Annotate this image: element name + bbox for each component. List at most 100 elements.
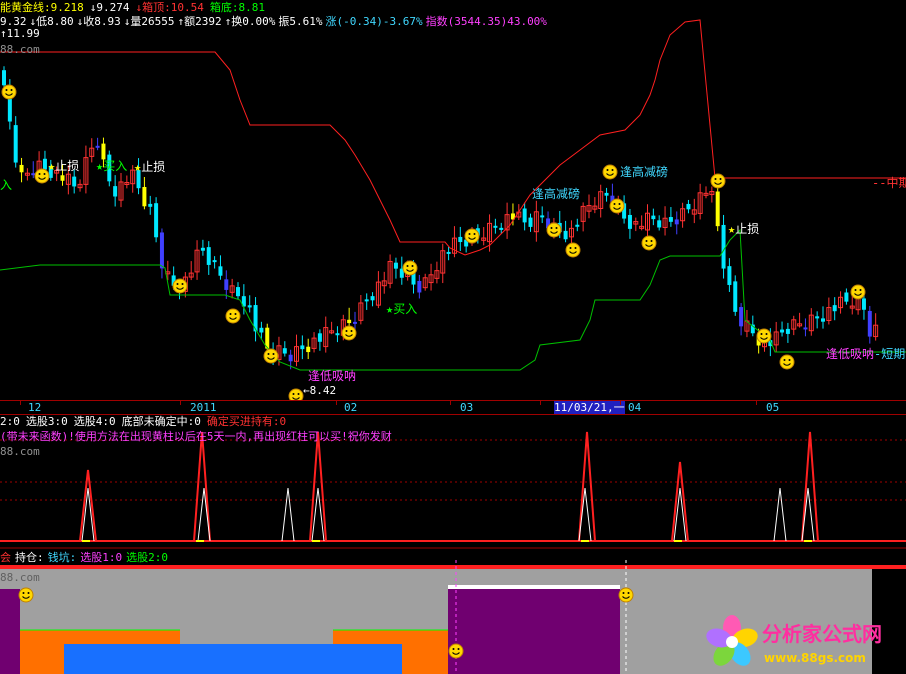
red-signal-spike (671, 461, 689, 542)
smiley-eye (10, 89, 13, 91)
price-info-6: 振5.61% (278, 15, 323, 28)
smiley-mouth (622, 596, 630, 599)
indicator-value-1: ↓9.274 (89, 1, 130, 14)
red-signal-spike (193, 431, 211, 542)
price-info-5: ↑换0.00% (224, 15, 276, 28)
position-watermark: 88.com (0, 571, 40, 584)
smiley-face (263, 348, 279, 364)
smiley-face (710, 173, 726, 189)
white-signal-spike (281, 487, 295, 542)
smiley-signal-icon (1, 84, 17, 100)
smiley-signal-icon (850, 284, 866, 300)
candle-body-down (657, 220, 662, 228)
high-price-label: ↑11.99 (0, 27, 40, 40)
candle-body-down (739, 307, 744, 327)
smiley-face (756, 328, 772, 344)
candle-body-down (721, 224, 726, 269)
candle-body-down (668, 217, 673, 222)
smiley-eye (650, 240, 653, 242)
indicator-status-2: 选股4:0 (73, 415, 116, 428)
smiley-face (288, 388, 304, 400)
smiley-eye (627, 592, 630, 594)
smiley-signal-icon (618, 587, 634, 603)
position-status-row: 会持仓: 钱坑: 选股1:0 选股2:0 (0, 551, 172, 564)
yellow-base-mark (82, 540, 90, 542)
smiley-signal-icon (641, 235, 657, 251)
smiley-face (34, 168, 50, 184)
smiley-signal-icon (565, 242, 581, 258)
smiley-mouth (452, 652, 460, 655)
candlesticks (2, 66, 879, 370)
annotation-label-8: 逢低吸呐 (308, 370, 356, 383)
date-tick (620, 400, 621, 405)
smiley-eye (411, 265, 414, 267)
smiley-face (448, 643, 464, 659)
smiley-eye (457, 648, 460, 650)
candle-body-down (60, 175, 65, 181)
yellow-base-mark (196, 540, 204, 542)
candle-body-down (844, 292, 849, 302)
candle-body-down (101, 143, 106, 160)
smiley-face (641, 235, 657, 251)
smiley-eye (783, 359, 786, 361)
indicator-value-2: ↓箱顶:10.54 (135, 1, 204, 14)
annotation-text: 逢高减磅 (620, 165, 669, 179)
candle-body-down (815, 316, 820, 319)
annotation-text: 止损 (141, 160, 166, 174)
price-info-7: 涨(-0.34)-3.67% (325, 15, 423, 28)
smiley-signal-icon (609, 198, 625, 214)
white-signal-spike (773, 487, 787, 542)
candle-body-down (393, 262, 398, 269)
smiley-face (172, 278, 188, 294)
candle-body-down (113, 186, 118, 197)
candle-body-down (727, 266, 732, 285)
position-status-3: 选股1:0 (80, 551, 123, 564)
candle-body-down (95, 145, 100, 148)
annotation-label-3: 入 (0, 179, 12, 192)
smiley-eye (234, 313, 237, 315)
candle-body-down (370, 296, 375, 301)
candle-body-down (458, 236, 463, 243)
smiley-eye (5, 89, 8, 91)
position-status-1: 持仓: (15, 551, 44, 564)
smiley-signal-icon (546, 222, 562, 238)
logo-url[interactable]: www.88gs.com (764, 652, 866, 665)
smiley-eye (611, 169, 614, 171)
smiley-signal-icon (710, 173, 726, 189)
candle-body-down (218, 266, 223, 276)
smiley-eye (267, 353, 270, 355)
position-status-0: 会 (0, 551, 11, 564)
smiley-face (464, 228, 480, 244)
smiley-eye (622, 592, 625, 594)
smiley-face (341, 325, 357, 341)
holding-top-line (448, 585, 620, 589)
indicator-note: (带未来函数)!使用方法在出现黄柱以后在5天一内,再出现红柱可以买!祝你发财 (0, 430, 392, 443)
main-price-chart[interactable] (0, 0, 906, 400)
smiley-signal-icon (448, 643, 464, 659)
smiley-eye (229, 313, 232, 315)
smiley-signal-icon (402, 260, 418, 276)
white-signal-spike (801, 487, 815, 542)
holding-block-mid (448, 589, 620, 674)
smiley-face (225, 308, 241, 324)
smiley-eye (859, 289, 862, 291)
annotation-label-0: ★止损 (48, 160, 79, 173)
annotation-text: --中期 (872, 176, 906, 190)
red-signal-spike (79, 469, 97, 542)
indicator-status-1: 选股3:0 (25, 415, 68, 428)
date-tick-label: 12 (28, 401, 42, 414)
smiley-signal-icon (341, 325, 357, 341)
smiley-eye (788, 359, 791, 361)
logo-title: 分析家公式网 (762, 622, 882, 646)
candle-body-down (446, 251, 451, 254)
smiley-eye (550, 227, 553, 229)
position-status-2: 钱坑: (47, 551, 77, 564)
white-signal-spike (197, 487, 211, 542)
candle-body-down (306, 346, 311, 353)
annotation-text: 止损 (55, 159, 80, 173)
candle-body-down (154, 203, 159, 238)
yellow-base-mark (581, 540, 589, 542)
indicator-status-3: 底部未确定中:0 (121, 415, 201, 428)
indicator-status-4: 确定买进持有:0 (206, 415, 287, 428)
smiley-mouth (22, 596, 30, 599)
